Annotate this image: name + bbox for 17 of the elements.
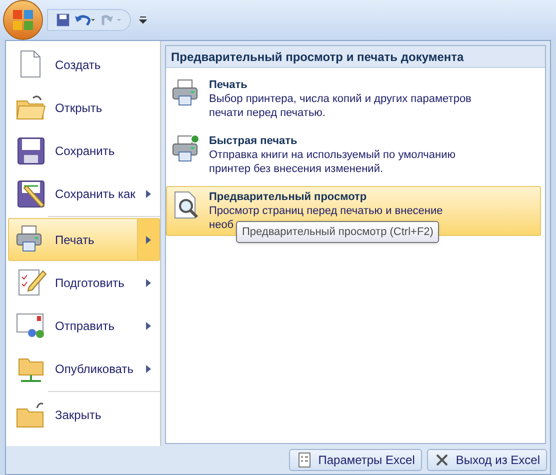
menu-label: Опубликовать — [55, 360, 134, 378]
description-line: необ — [209, 218, 234, 232]
description-line: Отправка книги на используемый по умолчанию — [209, 148, 456, 162]
submenu-title: Предварительный просмотр и печать документа — [166, 46, 545, 68]
menu-label: Открыть — [55, 100, 104, 116]
tooltip: Предварительный просмотр (Ctrl+F2) — [236, 221, 440, 243]
menu-label: Закрыть — [55, 406, 102, 424]
menu-label: Сохранить как — [55, 186, 136, 202]
description-line: принтер без внесения изменений. — [209, 162, 384, 176]
description-line: Просмотр страниц перед печатью и внесение — [209, 204, 443, 218]
description-line: печати перед печатью. — [209, 106, 326, 120]
menu-label: Создать — [55, 56, 102, 74]
description-line: Выбор принтера, числа копий и других параметров — [209, 92, 472, 106]
menu-label: Отправить — [55, 318, 116, 334]
menu-label: Сохранить — [55, 142, 116, 160]
menu-label: Подготовить — [55, 274, 126, 292]
menu-label: Печать — [55, 232, 96, 248]
